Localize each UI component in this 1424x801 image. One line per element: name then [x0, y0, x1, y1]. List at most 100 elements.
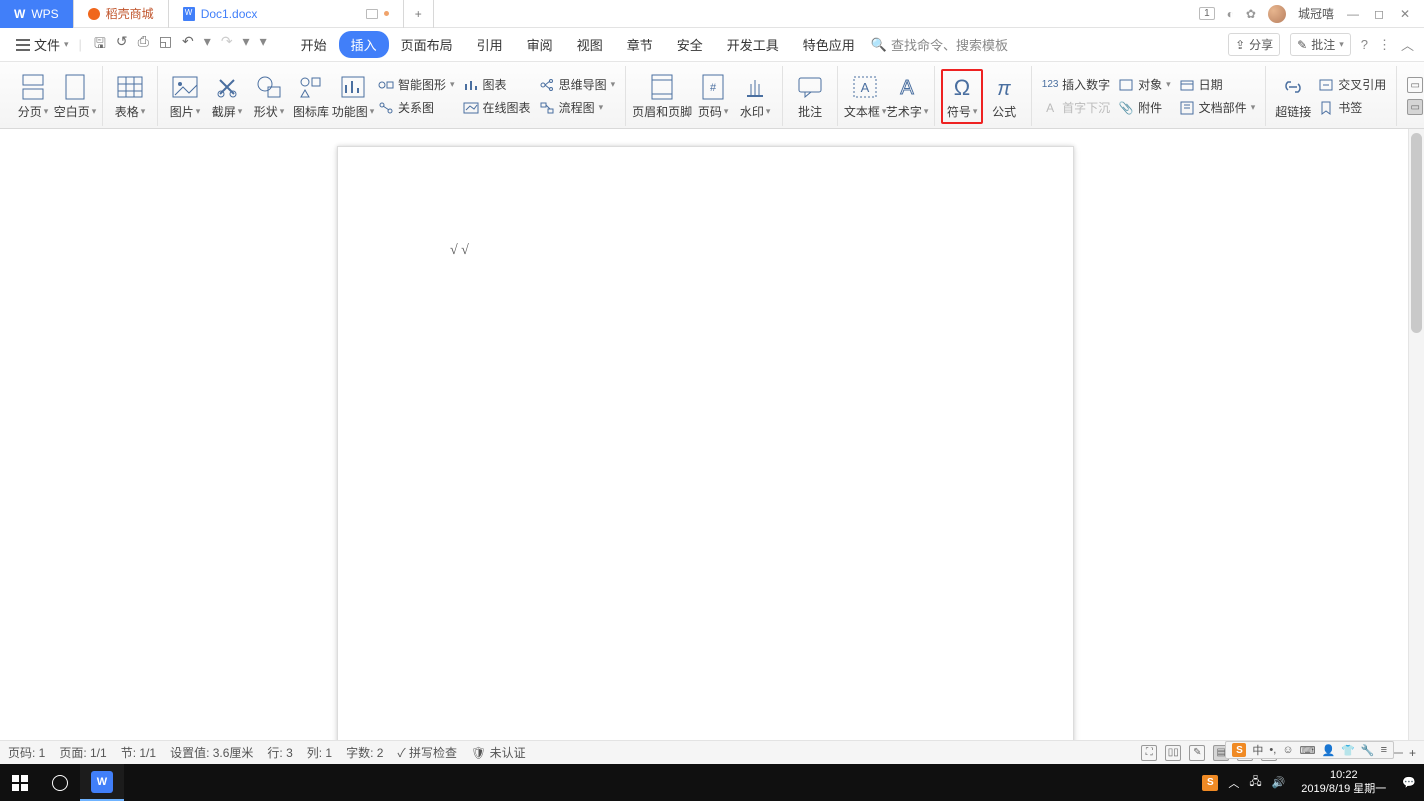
close-button[interactable]: ✕	[1398, 7, 1412, 21]
tray-volume-icon[interactable]: 🔊	[1272, 776, 1286, 789]
attachment-button[interactable]: 📎附件	[1118, 99, 1171, 116]
equation-button[interactable]: π 公式	[983, 71, 1025, 122]
docparts-button[interactable]: 文档部件▾	[1179, 99, 1256, 116]
ime-menu-icon[interactable]: ≡	[1381, 744, 1387, 756]
qat-customize-icon[interactable]: ▾	[260, 33, 267, 57]
mindmap-button[interactable]: 思维导图▾	[539, 76, 616, 93]
flowchart-button[interactable]: 流程图▾	[539, 99, 616, 116]
status-unverified[interactable]: 🛡 未认证	[471, 744, 526, 761]
status-setval[interactable]: 设置值: 3.6厘米	[170, 744, 253, 761]
headerfooter-button[interactable]: 页眉和页脚	[632, 71, 692, 122]
scrollbar-thumb[interactable]	[1411, 133, 1422, 333]
insertnum-button[interactable]: 123插入数字	[1042, 76, 1110, 93]
start-button[interactable]	[0, 775, 40, 791]
date-button[interactable]: 日期	[1179, 76, 1256, 93]
page-break-button[interactable]: 分页▾	[12, 71, 54, 122]
object-button[interactable]: 对象▾	[1118, 76, 1171, 93]
tray-notifications-icon[interactable]: 💬	[1402, 776, 1416, 789]
wordart-button[interactable]: A 艺术字▾	[886, 71, 928, 122]
screenshot-button[interactable]: 截屏▾	[206, 71, 248, 122]
page[interactable]: √ √	[337, 146, 1074, 763]
zoom-in-icon[interactable]: +	[1409, 746, 1416, 760]
chart-button[interactable]: 图表	[463, 76, 531, 93]
bookmark-button[interactable]: 书签	[1318, 99, 1386, 116]
monitor-icon[interactable]	[366, 9, 378, 19]
canvas[interactable]: √ √	[0, 129, 1408, 763]
funcchart-button[interactable]: 功能图▾	[332, 71, 374, 122]
picture-button[interactable]: 图片▾	[164, 71, 206, 122]
ime-emoji-icon[interactable]: ☺	[1282, 744, 1293, 756]
onlinechart-button[interactable]: 在线图表	[463, 99, 531, 116]
menu-insert[interactable]: 插入	[339, 31, 389, 58]
comment-button[interactable]: 批注	[789, 71, 831, 122]
iconlib-button[interactable]: 图标库	[290, 71, 332, 122]
menu-reference[interactable]: 引用	[465, 31, 515, 58]
file-menu[interactable]: 文件 ▾	[10, 35, 75, 54]
collapse-ribbon-icon[interactable]: ︿	[1401, 35, 1414, 54]
theme-icon[interactable]: ◐	[1227, 7, 1234, 21]
view-grid1[interactable]: ▭▭▭	[1407, 77, 1424, 93]
status-section[interactable]: 节: 1/1	[121, 744, 156, 761]
status-col[interactable]: 列: 1	[307, 744, 332, 761]
smartshape-button[interactable]: 智能图形▾	[378, 76, 455, 93]
ime-user-icon[interactable]: 👤	[1321, 744, 1335, 757]
maximize-button[interactable]: ◻	[1372, 7, 1386, 21]
fullscreen-icon[interactable]: ⛶	[1141, 745, 1157, 761]
tab-wps[interactable]: W WPS	[0, 0, 74, 28]
save-icon[interactable]: 🖫	[94, 33, 106, 57]
menu-devtools[interactable]: 开发工具	[715, 31, 791, 58]
status-line[interactable]: 行: 3	[267, 744, 292, 761]
status-spellcheck[interactable]: ✓ 拼写检查	[397, 744, 457, 761]
status-page[interactable]: 页面: 1/1	[59, 744, 106, 761]
print-icon[interactable]: ⎙	[138, 33, 149, 57]
ime-cn[interactable]: 中	[1252, 742, 1263, 758]
skin-badge[interactable]: 1	[1199, 7, 1215, 20]
ime-skin-icon[interactable]: 👕	[1341, 744, 1355, 757]
print-preview-icon[interactable]: ↺	[116, 33, 128, 57]
annotate-button[interactable]: ✎批注▾	[1290, 33, 1351, 56]
vertical-scrollbar[interactable]	[1408, 129, 1424, 763]
textbox-button[interactable]: A 文本框▾	[844, 71, 886, 122]
menu-view[interactable]: 视图	[565, 31, 615, 58]
readmode-icon[interactable]: ▯▯	[1165, 745, 1181, 761]
menu-review[interactable]: 审阅	[515, 31, 565, 58]
tab-add[interactable]: +	[404, 0, 434, 28]
more-icon[interactable]: ⋮	[1378, 37, 1391, 53]
gift-icon[interactable]: ✿	[1246, 7, 1256, 21]
share-button[interactable]: ⇪分享	[1228, 33, 1280, 56]
table-button[interactable]: 表格▾	[109, 71, 151, 122]
tray-up-icon[interactable]: ︿	[1228, 775, 1239, 791]
crossref-button[interactable]: 交叉引用	[1318, 76, 1386, 93]
undo-icon[interactable]: ↶	[182, 33, 194, 57]
ime-tool-icon[interactable]: 🔧	[1361, 744, 1375, 757]
command-search[interactable]: 🔍 查找命令、搜索模板	[871, 35, 1008, 54]
ime-punct-icon[interactable]: •,	[1269, 744, 1276, 756]
shapes-button[interactable]: 形状▾	[248, 71, 290, 122]
status-words[interactable]: 字数: 2	[346, 744, 383, 761]
sogou-icon[interactable]: S	[1232, 743, 1246, 757]
redo-icon[interactable]: ↷	[221, 33, 233, 57]
blank-page-button[interactable]: 空白页▾	[54, 71, 96, 122]
preview-icon[interactable]: ◱	[159, 33, 172, 57]
document-content[interactable]: √ √	[450, 243, 469, 259]
edit-icon[interactable]: ✎	[1189, 745, 1205, 761]
avatar[interactable]	[1268, 5, 1286, 23]
help-icon[interactable]: ?	[1361, 37, 1368, 52]
tab-mall[interactable]: 稻壳商城	[74, 0, 169, 28]
hyperlink-button[interactable]: 超链接	[1272, 71, 1314, 122]
pagenum-button[interactable]: # 页码▾	[692, 71, 734, 122]
minimize-button[interactable]: —	[1346, 7, 1360, 21]
username[interactable]: 城冠嘻	[1298, 5, 1334, 22]
tray-sogou-icon[interactable]: S	[1202, 775, 1218, 791]
redo-drop-icon[interactable]: ▾	[243, 33, 250, 57]
relation-button[interactable]: 关系图	[378, 99, 455, 116]
taskbar-wps[interactable]: W	[80, 764, 124, 801]
dropcap-button[interactable]: A首字下沉	[1042, 99, 1110, 116]
undo-drop-icon[interactable]: ▾	[204, 33, 211, 57]
menu-section[interactable]: 章节	[615, 31, 665, 58]
watermark-button[interactable]: 水印▾	[734, 71, 776, 122]
menu-security[interactable]: 安全	[665, 31, 715, 58]
menu-pagelayout[interactable]: 页面布局	[389, 31, 465, 58]
menu-featured[interactable]: 特色应用	[791, 31, 867, 58]
tray-clock[interactable]: 10:22 2019/8/19 星期一	[1295, 769, 1392, 795]
